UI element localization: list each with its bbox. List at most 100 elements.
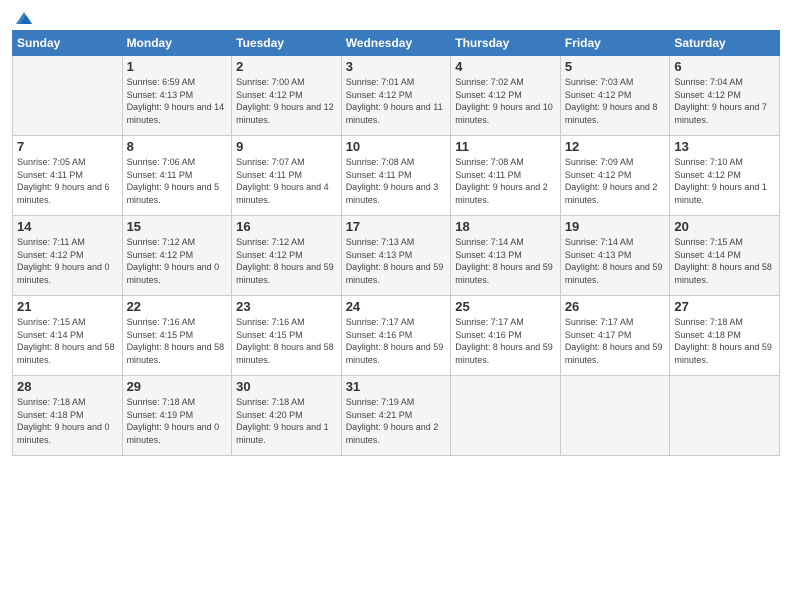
calendar-day-cell: 2 Sunrise: 7:00 AMSunset: 4:12 PMDaylight… (232, 56, 342, 136)
calendar-day-cell: 23 Sunrise: 7:16 AMSunset: 4:15 PMDayligh… (232, 296, 342, 376)
calendar-day-cell (451, 376, 561, 456)
day-number: 31 (346, 379, 447, 394)
day-info: Sunrise: 7:16 AMSunset: 4:15 PMDaylight:… (127, 316, 228, 366)
day-info: Sunrise: 7:00 AMSunset: 4:12 PMDaylight:… (236, 76, 337, 126)
day-info: Sunrise: 7:03 AMSunset: 4:12 PMDaylight:… (565, 76, 666, 126)
page-header (12, 10, 780, 22)
calendar-day-cell: 7Sunrise: 7:05 AMSunset: 4:11 PMDaylight… (13, 136, 123, 216)
day-number: 18 (455, 219, 556, 234)
calendar-day-cell: 17 Sunrise: 7:13 AMSunset: 4:13 PMDayligh… (341, 216, 451, 296)
day-info: Sunrise: 7:01 AMSunset: 4:12 PMDaylight:… (346, 76, 447, 126)
calendar-day-cell: 4Sunrise: 7:02 AMSunset: 4:12 PMDaylight… (451, 56, 561, 136)
day-info: Sunrise: 7:14 AMSunset: 4:13 PMDaylight:… (455, 236, 556, 286)
day-info: Sunrise: 7:11 AMSunset: 4:12 PMDaylight:… (17, 236, 118, 286)
day-number: 14 (17, 219, 118, 234)
day-info: Sunrise: 6:59 AMSunset: 4:13 PMDaylight:… (127, 76, 228, 126)
day-number: 1 (127, 59, 228, 74)
day-number: 22 (127, 299, 228, 314)
day-number: 21 (17, 299, 118, 314)
day-info: Sunrise: 7:18 AMSunset: 4:19 PMDaylight:… (127, 396, 228, 446)
day-number: 4 (455, 59, 556, 74)
logo-icon (14, 10, 34, 26)
col-sunday: Sunday (13, 31, 123, 56)
calendar-day-cell: 30Sunrise: 7:18 AMSunset: 4:20 PMDayligh… (232, 376, 342, 456)
day-info: Sunrise: 7:07 AMSunset: 4:11 PMDaylight:… (236, 156, 337, 206)
day-number: 5 (565, 59, 666, 74)
day-info: Sunrise: 7:09 AMSunset: 4:12 PMDaylight:… (565, 156, 666, 206)
day-number: 20 (674, 219, 775, 234)
day-number: 29 (127, 379, 228, 394)
calendar-day-cell: 29 Sunrise: 7:18 AMSunset: 4:19 PMDayligh… (122, 376, 232, 456)
day-number: 10 (346, 139, 447, 154)
day-number: 2 (236, 59, 337, 74)
day-number: 23 (236, 299, 337, 314)
calendar-day-cell: 5 Sunrise: 7:03 AMSunset: 4:12 PMDaylight… (560, 56, 670, 136)
calendar-day-cell: 28 Sunrise: 7:18 AMSunset: 4:18 PMDayligh… (13, 376, 123, 456)
day-info: Sunrise: 7:17 AMSunset: 4:16 PMDaylight:… (455, 316, 556, 366)
day-number: 13 (674, 139, 775, 154)
calendar-day-cell: 20 Sunrise: 7:15 AMSunset: 4:14 PMDayligh… (670, 216, 780, 296)
day-info: Sunrise: 7:08 AMSunset: 4:11 PMDaylight:… (455, 156, 556, 206)
calendar-week-row: 7Sunrise: 7:05 AMSunset: 4:11 PMDaylight… (13, 136, 780, 216)
calendar-day-cell: 3 Sunrise: 7:01 AMSunset: 4:12 PMDaylight… (341, 56, 451, 136)
day-number: 6 (674, 59, 775, 74)
calendar-table: Sunday Monday Tuesday Wednesday Thursday… (12, 30, 780, 456)
day-number: 17 (346, 219, 447, 234)
day-info: Sunrise: 7:10 AMSunset: 4:12 PMDaylight:… (674, 156, 775, 206)
day-number: 30 (236, 379, 337, 394)
day-info: Sunrise: 7:04 AMSunset: 4:12 PMDaylight:… (674, 76, 775, 126)
calendar-week-row: 1 Sunrise: 6:59 AMSunset: 4:13 PMDaylight… (13, 56, 780, 136)
day-number: 8 (127, 139, 228, 154)
calendar-day-cell: 15Sunrise: 7:12 AMSunset: 4:12 PMDayligh… (122, 216, 232, 296)
day-number: 11 (455, 139, 556, 154)
day-number: 25 (455, 299, 556, 314)
calendar-day-cell: 1 Sunrise: 6:59 AMSunset: 4:13 PMDaylight… (122, 56, 232, 136)
calendar-week-row: 21 Sunrise: 7:15 AMSunset: 4:14 PMDayligh… (13, 296, 780, 376)
calendar-day-cell: 25 Sunrise: 7:17 AMSunset: 4:16 PMDayligh… (451, 296, 561, 376)
calendar-day-cell: 19Sunrise: 7:14 AMSunset: 4:13 PMDayligh… (560, 216, 670, 296)
day-info: Sunrise: 7:18 AMSunset: 4:18 PMDaylight:… (17, 396, 118, 446)
calendar-week-row: 14 Sunrise: 7:11 AMSunset: 4:12 PMDayligh… (13, 216, 780, 296)
day-info: Sunrise: 7:14 AMSunset: 4:13 PMDaylight:… (565, 236, 666, 286)
calendar-day-cell: 12 Sunrise: 7:09 AMSunset: 4:12 PMDayligh… (560, 136, 670, 216)
day-info: Sunrise: 7:12 AMSunset: 4:12 PMDaylight:… (236, 236, 337, 286)
day-number: 28 (17, 379, 118, 394)
calendar-day-cell: 11 Sunrise: 7:08 AMSunset: 4:11 PMDayligh… (451, 136, 561, 216)
day-info: Sunrise: 7:16 AMSunset: 4:15 PMDaylight:… (236, 316, 337, 366)
col-saturday: Saturday (670, 31, 780, 56)
col-tuesday: Tuesday (232, 31, 342, 56)
calendar-day-cell: 27 Sunrise: 7:18 AMSunset: 4:18 PMDayligh… (670, 296, 780, 376)
day-info: Sunrise: 7:18 AMSunset: 4:18 PMDaylight:… (674, 316, 775, 366)
day-info: Sunrise: 7:17 AMSunset: 4:17 PMDaylight:… (565, 316, 666, 366)
day-info: Sunrise: 7:17 AMSunset: 4:16 PMDaylight:… (346, 316, 447, 366)
col-thursday: Thursday (451, 31, 561, 56)
calendar-day-cell: 22 Sunrise: 7:16 AMSunset: 4:15 PMDayligh… (122, 296, 232, 376)
day-number: 26 (565, 299, 666, 314)
day-number: 15 (127, 219, 228, 234)
calendar-day-cell (13, 56, 123, 136)
calendar-day-cell: 31 Sunrise: 7:19 AMSunset: 4:21 PMDayligh… (341, 376, 451, 456)
calendar-day-cell: 14 Sunrise: 7:11 AMSunset: 4:12 PMDayligh… (13, 216, 123, 296)
calendar-day-cell: 13 Sunrise: 7:10 AMSunset: 4:12 PMDayligh… (670, 136, 780, 216)
calendar-week-row: 28 Sunrise: 7:18 AMSunset: 4:18 PMDayligh… (13, 376, 780, 456)
day-info: Sunrise: 7:13 AMSunset: 4:13 PMDaylight:… (346, 236, 447, 286)
day-info: Sunrise: 7:15 AMSunset: 4:14 PMDaylight:… (674, 236, 775, 286)
day-number: 3 (346, 59, 447, 74)
calendar-day-cell: 18 Sunrise: 7:14 AMSunset: 4:13 PMDayligh… (451, 216, 561, 296)
logo-top (12, 10, 34, 26)
calendar-day-cell: 10Sunrise: 7:08 AMSunset: 4:11 PMDayligh… (341, 136, 451, 216)
day-info: Sunrise: 7:15 AMSunset: 4:14 PMDaylight:… (17, 316, 118, 366)
day-number: 12 (565, 139, 666, 154)
calendar-day-cell: 6 Sunrise: 7:04 AMSunset: 4:12 PMDaylight… (670, 56, 780, 136)
day-number: 27 (674, 299, 775, 314)
col-wednesday: Wednesday (341, 31, 451, 56)
calendar-day-cell (560, 376, 670, 456)
calendar-day-cell: 21 Sunrise: 7:15 AMSunset: 4:14 PMDayligh… (13, 296, 123, 376)
calendar-day-cell (670, 376, 780, 456)
page-container: Sunday Monday Tuesday Wednesday Thursday… (0, 0, 792, 464)
calendar-header-row: Sunday Monday Tuesday Wednesday Thursday… (13, 31, 780, 56)
col-friday: Friday (560, 31, 670, 56)
calendar-day-cell: 24Sunrise: 7:17 AMSunset: 4:16 PMDayligh… (341, 296, 451, 376)
day-info: Sunrise: 7:19 AMSunset: 4:21 PMDaylight:… (346, 396, 447, 446)
calendar-day-cell: 26 Sunrise: 7:17 AMSunset: 4:17 PMDayligh… (560, 296, 670, 376)
